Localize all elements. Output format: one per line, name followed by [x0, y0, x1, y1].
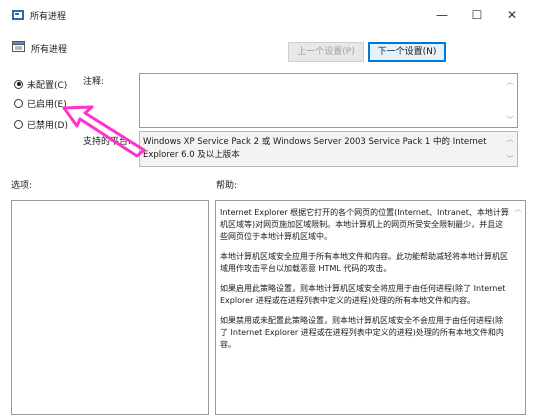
annotation-arrow-icon [62, 105, 146, 158]
